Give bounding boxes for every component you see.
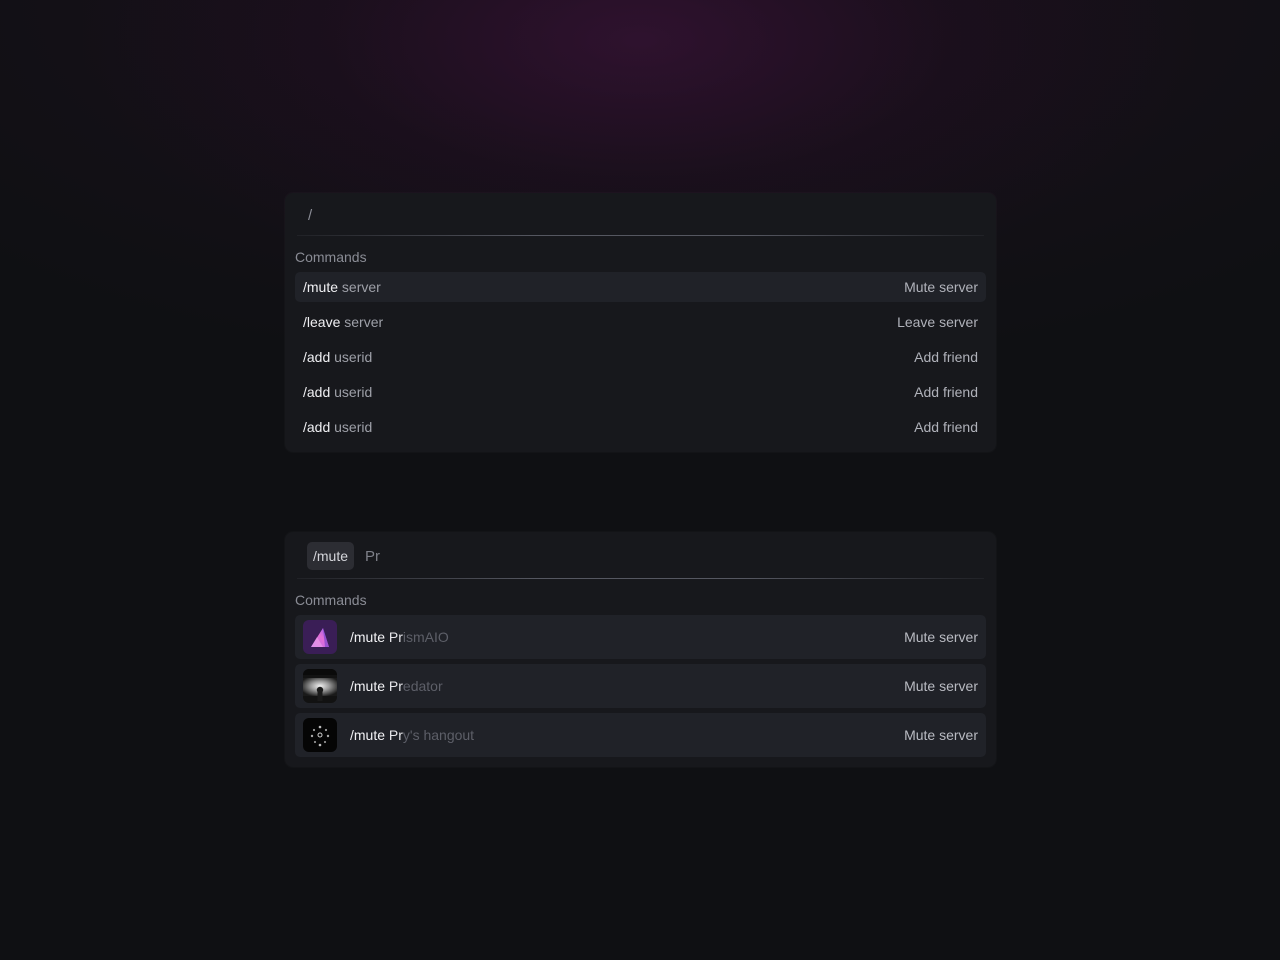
server-row-prys-hangout[interactable]: /mute Pry's hangout Mute server [295,713,986,757]
server-suggestion-list: /mute PrismAIO Mute server /mute Predato… [295,615,986,762]
command-palette-bottom: /mute Pr Commands /mute PrismAIO Mute se… [285,532,996,767]
server-action-description: Mute server [904,678,978,694]
server-command: /mute [350,629,386,645]
server-typed-prefix: Pr [388,678,403,694]
predator-avatar-icon [303,669,337,703]
command-name: /add [303,419,331,435]
command-arg: userid [334,419,373,435]
command-query-text: Pr [365,548,380,565]
command-input-value: / [308,207,313,224]
command-chip[interactable]: /mute [307,542,355,570]
command-arg: userid [334,384,373,400]
server-name-completion: y's hangout [402,727,475,743]
command-description: Leave server [897,314,978,330]
server-typed-prefix: Pr [388,727,403,743]
server-row-predator[interactable]: /mute Predator Mute server [295,664,986,708]
section-label-commands: Commands [295,592,367,608]
server-action-description: Mute server [904,629,978,645]
command-arg: server [344,314,384,330]
server-name-completion: ismAIO [402,629,449,645]
server-command: /mute [350,678,386,694]
command-row-add-friend[interactable]: /add userid Add friend [295,342,986,372]
server-row-prismaio[interactable]: /mute PrismAIO Mute server [295,615,986,659]
command-input-bottom[interactable]: /mute Pr [295,532,986,580]
command-description: Add friend [914,349,978,365]
command-input-top[interactable]: / [295,193,986,237]
prism-logo-icon [303,620,337,654]
command-name: /mute [303,279,339,295]
server-action-description: Mute server [904,727,978,743]
server-typed-prefix: Pr [388,629,403,645]
command-name: /add [303,384,331,400]
command-arg: userid [334,349,373,365]
command-description: Add friend [914,419,978,435]
hangout-dots-icon [303,718,337,752]
command-arg: server [341,279,381,295]
command-row-add-friend[interactable]: /add userid Add friend [295,377,986,407]
command-row-leave-server[interactable]: /leave server Leave server [295,307,986,337]
command-name: /add [303,349,331,365]
command-description: Add friend [914,384,978,400]
command-description: Mute server [904,279,978,295]
command-row-add-friend[interactable]: /add userid Add friend [295,412,986,442]
server-command: /mute [350,727,386,743]
section-label-commands: Commands [295,249,367,265]
command-name: /leave [303,314,341,330]
command-list: /mute server Mute server /leave server L… [295,272,986,447]
command-row-mute-server[interactable]: /mute server Mute server [295,272,986,302]
server-name-completion: edator [402,678,443,694]
command-palette-top: / Commands /mute server Mute server /lea… [285,193,996,452]
